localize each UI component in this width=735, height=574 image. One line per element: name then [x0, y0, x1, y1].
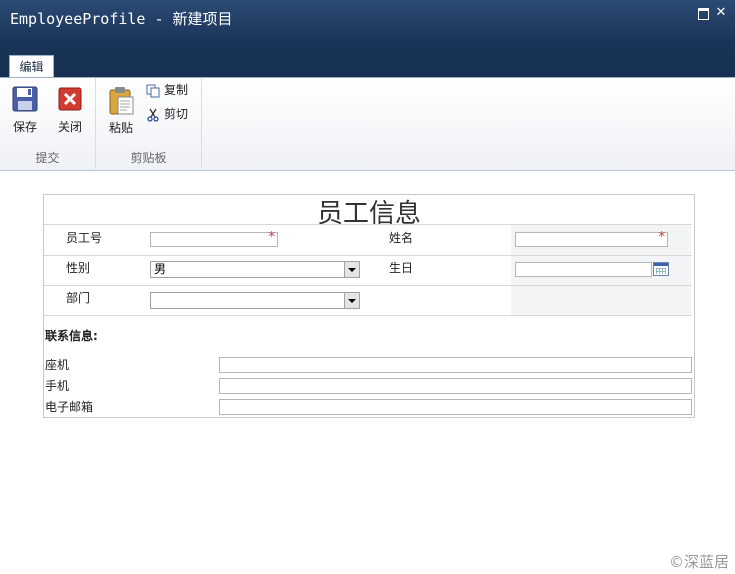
calendar-icon[interactable]: [653, 262, 669, 276]
watermark: ©深蓝居: [668, 553, 729, 571]
required-marker: *: [268, 230, 276, 245]
ribbon-group-label-commit: 提交: [35, 151, 60, 165]
employee-form: 员工信息 员工号 * 姓名 * 性别 男 生日 部门 联系信息: 座机 手机 电…: [43, 194, 695, 418]
divider: [44, 315, 692, 316]
chevron-down-icon: [344, 262, 359, 277]
ribbon-group-clipboard: 粘贴 复制 剪切 剪贴板: [96, 78, 202, 169]
window-title: EmployeeProfile - 新建项目: [10, 10, 233, 28]
scissors-icon: [146, 108, 160, 122]
cut-label: 剪切: [164, 107, 189, 121]
maximize-icon[interactable]: [696, 6, 710, 20]
contact-heading: 联系信息:: [45, 329, 98, 343]
birthday-label: 生日: [389, 261, 414, 275]
divider: [44, 224, 692, 225]
close-icon[interactable]: ✕: [714, 6, 728, 20]
save-button[interactable]: 保存: [8, 86, 42, 135]
mobile-input[interactable]: [219, 378, 692, 394]
gender-select[interactable]: 男: [150, 261, 360, 278]
birthday-input[interactable]: [515, 262, 652, 277]
copy-button[interactable]: 复制: [146, 81, 188, 99]
divider: [44, 255, 692, 256]
gender-select-value: 男: [154, 262, 167, 276]
close-doc-icon: [58, 87, 82, 111]
paste-icon: [109, 87, 134, 115]
employee-id-label: 员工号: [66, 231, 103, 245]
window-titlebar: EmployeeProfile - 新建项目 ✕ 编辑: [0, 0, 735, 78]
copy-label: 复制: [164, 83, 189, 97]
paste-button[interactable]: 粘贴: [104, 86, 138, 136]
save-icon: [12, 86, 38, 112]
ribbon: 保存 关闭 提交 粘贴 复制 剪切 剪贴板: [0, 77, 735, 171]
chevron-down-icon: [344, 293, 359, 308]
save-label: 保存: [12, 120, 37, 134]
copy-icon: [146, 84, 160, 98]
tab-edit[interactable]: 编辑: [9, 55, 54, 77]
department-label: 部门: [66, 291, 91, 305]
gender-label: 性别: [66, 261, 91, 275]
ribbon-group-label-clipboard: 剪贴板: [130, 151, 167, 165]
close-button[interactable]: 关闭: [53, 86, 87, 135]
department-select[interactable]: [150, 292, 360, 309]
required-marker: *: [658, 230, 666, 245]
close-label: 关闭: [57, 120, 82, 134]
mobile-label: 手机: [45, 379, 70, 393]
name-label: 姓名: [389, 231, 414, 245]
paste-label: 粘贴: [108, 121, 133, 135]
landline-input[interactable]: [219, 357, 692, 373]
email-label: 电子邮箱: [45, 400, 94, 414]
employee-id-input[interactable]: *: [150, 230, 278, 247]
email-input[interactable]: [219, 399, 692, 415]
cut-button[interactable]: 剪切: [146, 105, 188, 123]
landline-label: 座机: [45, 358, 70, 372]
name-input[interactable]: *: [515, 230, 668, 247]
ribbon-group-commit: 保存 关闭 提交: [0, 78, 96, 169]
divider: [44, 285, 692, 286]
